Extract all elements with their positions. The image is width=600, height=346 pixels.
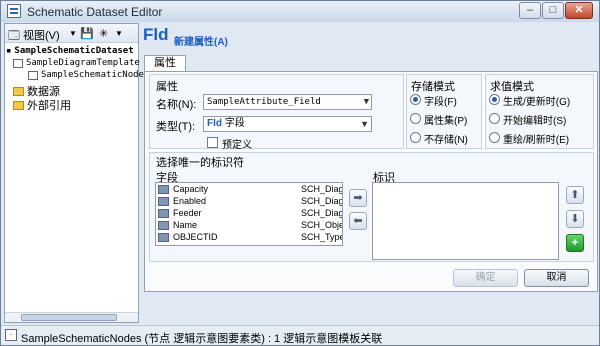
- eval-radio-generate[interactable]: [489, 94, 500, 105]
- move-up-button[interactable]: ⬆: [566, 186, 584, 204]
- list-item[interactable]: Enabled SCH_Diag: [156, 196, 342, 208]
- group-label: 存储模式: [411, 81, 455, 93]
- field-icon: [158, 221, 169, 230]
- eval-radio-edit[interactable]: [489, 113, 500, 124]
- dataset-tree: ▪ SampleSchematicDataset SampleDiagramTe…: [5, 44, 149, 312]
- field-icon: [158, 197, 169, 206]
- arrow-right-icon: ➡: [353, 192, 363, 204]
- radio-label: 生成/更新时(G): [503, 97, 571, 108]
- list-item[interactable]: OBJECTID SCH_Type: [156, 232, 342, 244]
- status-bar: · SampleSchematicNodes (节点 逻辑示意图要素类) : 1…: [1, 325, 599, 345]
- storage-radio-none[interactable]: [410, 132, 421, 143]
- radio-label: 重绘/刷新时(E): [503, 135, 570, 146]
- storage-radio-field[interactable]: [410, 94, 421, 105]
- maximize-button[interactable]: □: [542, 2, 564, 19]
- app-icon: [7, 4, 21, 18]
- tree-panel: 🗔 视图(V) ▼ 💾 ✳ ▼ ▪ SampleSchematicDataset…: [4, 23, 149, 323]
- arrow-left-icon: ⬅: [353, 215, 363, 227]
- radio-label: 属性集(P): [424, 116, 468, 127]
- group-label: 属性: [156, 81, 178, 93]
- eval-radio-redraw[interactable]: [489, 132, 500, 143]
- view-dropdown-icon[interactable]: ▼: [69, 29, 77, 38]
- template-icon: [13, 58, 23, 68]
- list-item[interactable]: Capacity SCH_Diag: [156, 184, 342, 196]
- storage-radio-propertyset[interactable]: [410, 113, 421, 124]
- unique-identifier-group: 选择唯一的标识符 字段 标识 Capacity SCH_Diag Enabled S…: [149, 152, 594, 262]
- view-menu[interactable]: 视图(V): [23, 27, 60, 43]
- list-item[interactable]: Feeder SCH_Diag: [156, 208, 342, 220]
- window-title: Schematic Dataset Editor: [27, 5, 163, 19]
- group-label: 选择唯一的标识符: [156, 157, 244, 169]
- tree-item-nodes[interactable]: SampleSchematicNodes: [28, 70, 149, 80]
- chevron-down-icon[interactable]: ▼: [360, 117, 369, 131]
- storage-mode-group: 存储模式 字段(F) 属性集(P) 不存储(N): [406, 74, 482, 149]
- group-label: 求值模式: [490, 81, 534, 93]
- arrow-down-icon: ⬇: [570, 213, 580, 225]
- list-item[interactable]: Name SCH_Obje: [156, 220, 342, 232]
- predefined-checkbox[interactable]: [207, 137, 218, 148]
- new-attribute-link[interactable]: 新建属性(A): [174, 33, 228, 48]
- field-icon: [158, 185, 169, 194]
- remove-from-identifier-button[interactable]: ⬅: [349, 212, 367, 230]
- tab-properties[interactable]: 属性: [144, 55, 186, 72]
- attribute-group: 属性 名称(N): SampleAttribute_Field ▼ 类型(T):…: [149, 74, 404, 151]
- tree-item-external-refs[interactable]: 外部引用: [13, 97, 71, 113]
- fields-list[interactable]: Capacity SCH_Diag Enabled SCH_Diag Feeder S…: [155, 182, 343, 246]
- plus-icon: +: [571, 237, 579, 249]
- content-header: Fld 新建属性(A): [143, 23, 597, 51]
- tree-toolbar: 🗔 视图(V) ▼ 💾 ✳ ▼: [5, 24, 138, 43]
- chevron-down-icon[interactable]: ▼: [364, 95, 369, 109]
- identifier-list[interactable]: [372, 182, 559, 260]
- radio-label: 不存储(N): [424, 135, 468, 146]
- add-button[interactable]: +: [566, 234, 584, 252]
- field-icon: Fld: [143, 25, 169, 44]
- move-down-button[interactable]: ⬇: [566, 210, 584, 228]
- minimize-button[interactable]: –: [519, 2, 541, 19]
- folder-icon: [13, 86, 24, 96]
- add-to-identifier-button[interactable]: ➡: [349, 189, 367, 207]
- field-type-icon: Fld: [207, 118, 222, 129]
- tree-item-template[interactable]: SampleDiagramTemplate: [13, 58, 140, 68]
- properties-panel: 属性 名称(N): SampleAttribute_Field ▼ 类型(T):…: [144, 71, 598, 292]
- folder-icon: [13, 100, 24, 110]
- field-icon: [158, 209, 169, 218]
- status-text: SampleSchematicNodes (节点 逻辑示意图要素类) : 1 逻…: [21, 333, 383, 345]
- tree-hscrollbar[interactable]: [5, 312, 138, 322]
- feature-class-icon: [28, 70, 38, 80]
- save-icon[interactable]: 💾: [80, 27, 94, 40]
- tree-root[interactable]: ▪ SampleSchematicDataset: [6, 46, 134, 56]
- predefined-label: 预定义: [222, 140, 252, 151]
- name-field[interactable]: SampleAttribute_Field ▼: [203, 94, 372, 110]
- collapse-icon[interactable]: ▪: [6, 46, 11, 56]
- close-button[interactable]: ✕: [565, 2, 593, 19]
- name-label: 名称(N):: [156, 99, 197, 111]
- scroll-thumb[interactable]: [21, 314, 117, 321]
- arrow-up-icon: ⬆: [570, 189, 580, 201]
- evaluation-mode-group: 求值模式 生成/更新时(G) 开始编辑时(S) 重绘/刷新时(E): [485, 74, 594, 149]
- ok-button[interactable]: 确定: [453, 269, 518, 287]
- field-icon: [158, 233, 169, 242]
- editor-window: Schematic Dataset Editor – □ ✕ 🗔 视图(V) ▼…: [0, 0, 600, 346]
- status-icon: ·: [5, 329, 17, 341]
- radio-label: 字段(F): [424, 97, 457, 108]
- settings-dropdown-icon[interactable]: ▼: [115, 29, 123, 38]
- type-label: 类型(T):: [156, 121, 196, 133]
- cancel-button[interactable]: 取消: [524, 269, 589, 287]
- type-select[interactable]: Fld 字段 ▼: [203, 116, 372, 132]
- title-bar: Schematic Dataset Editor – □ ✕: [1, 1, 599, 22]
- radio-label: 开始编辑时(S): [503, 116, 567, 127]
- settings-icon[interactable]: ✳: [99, 27, 108, 40]
